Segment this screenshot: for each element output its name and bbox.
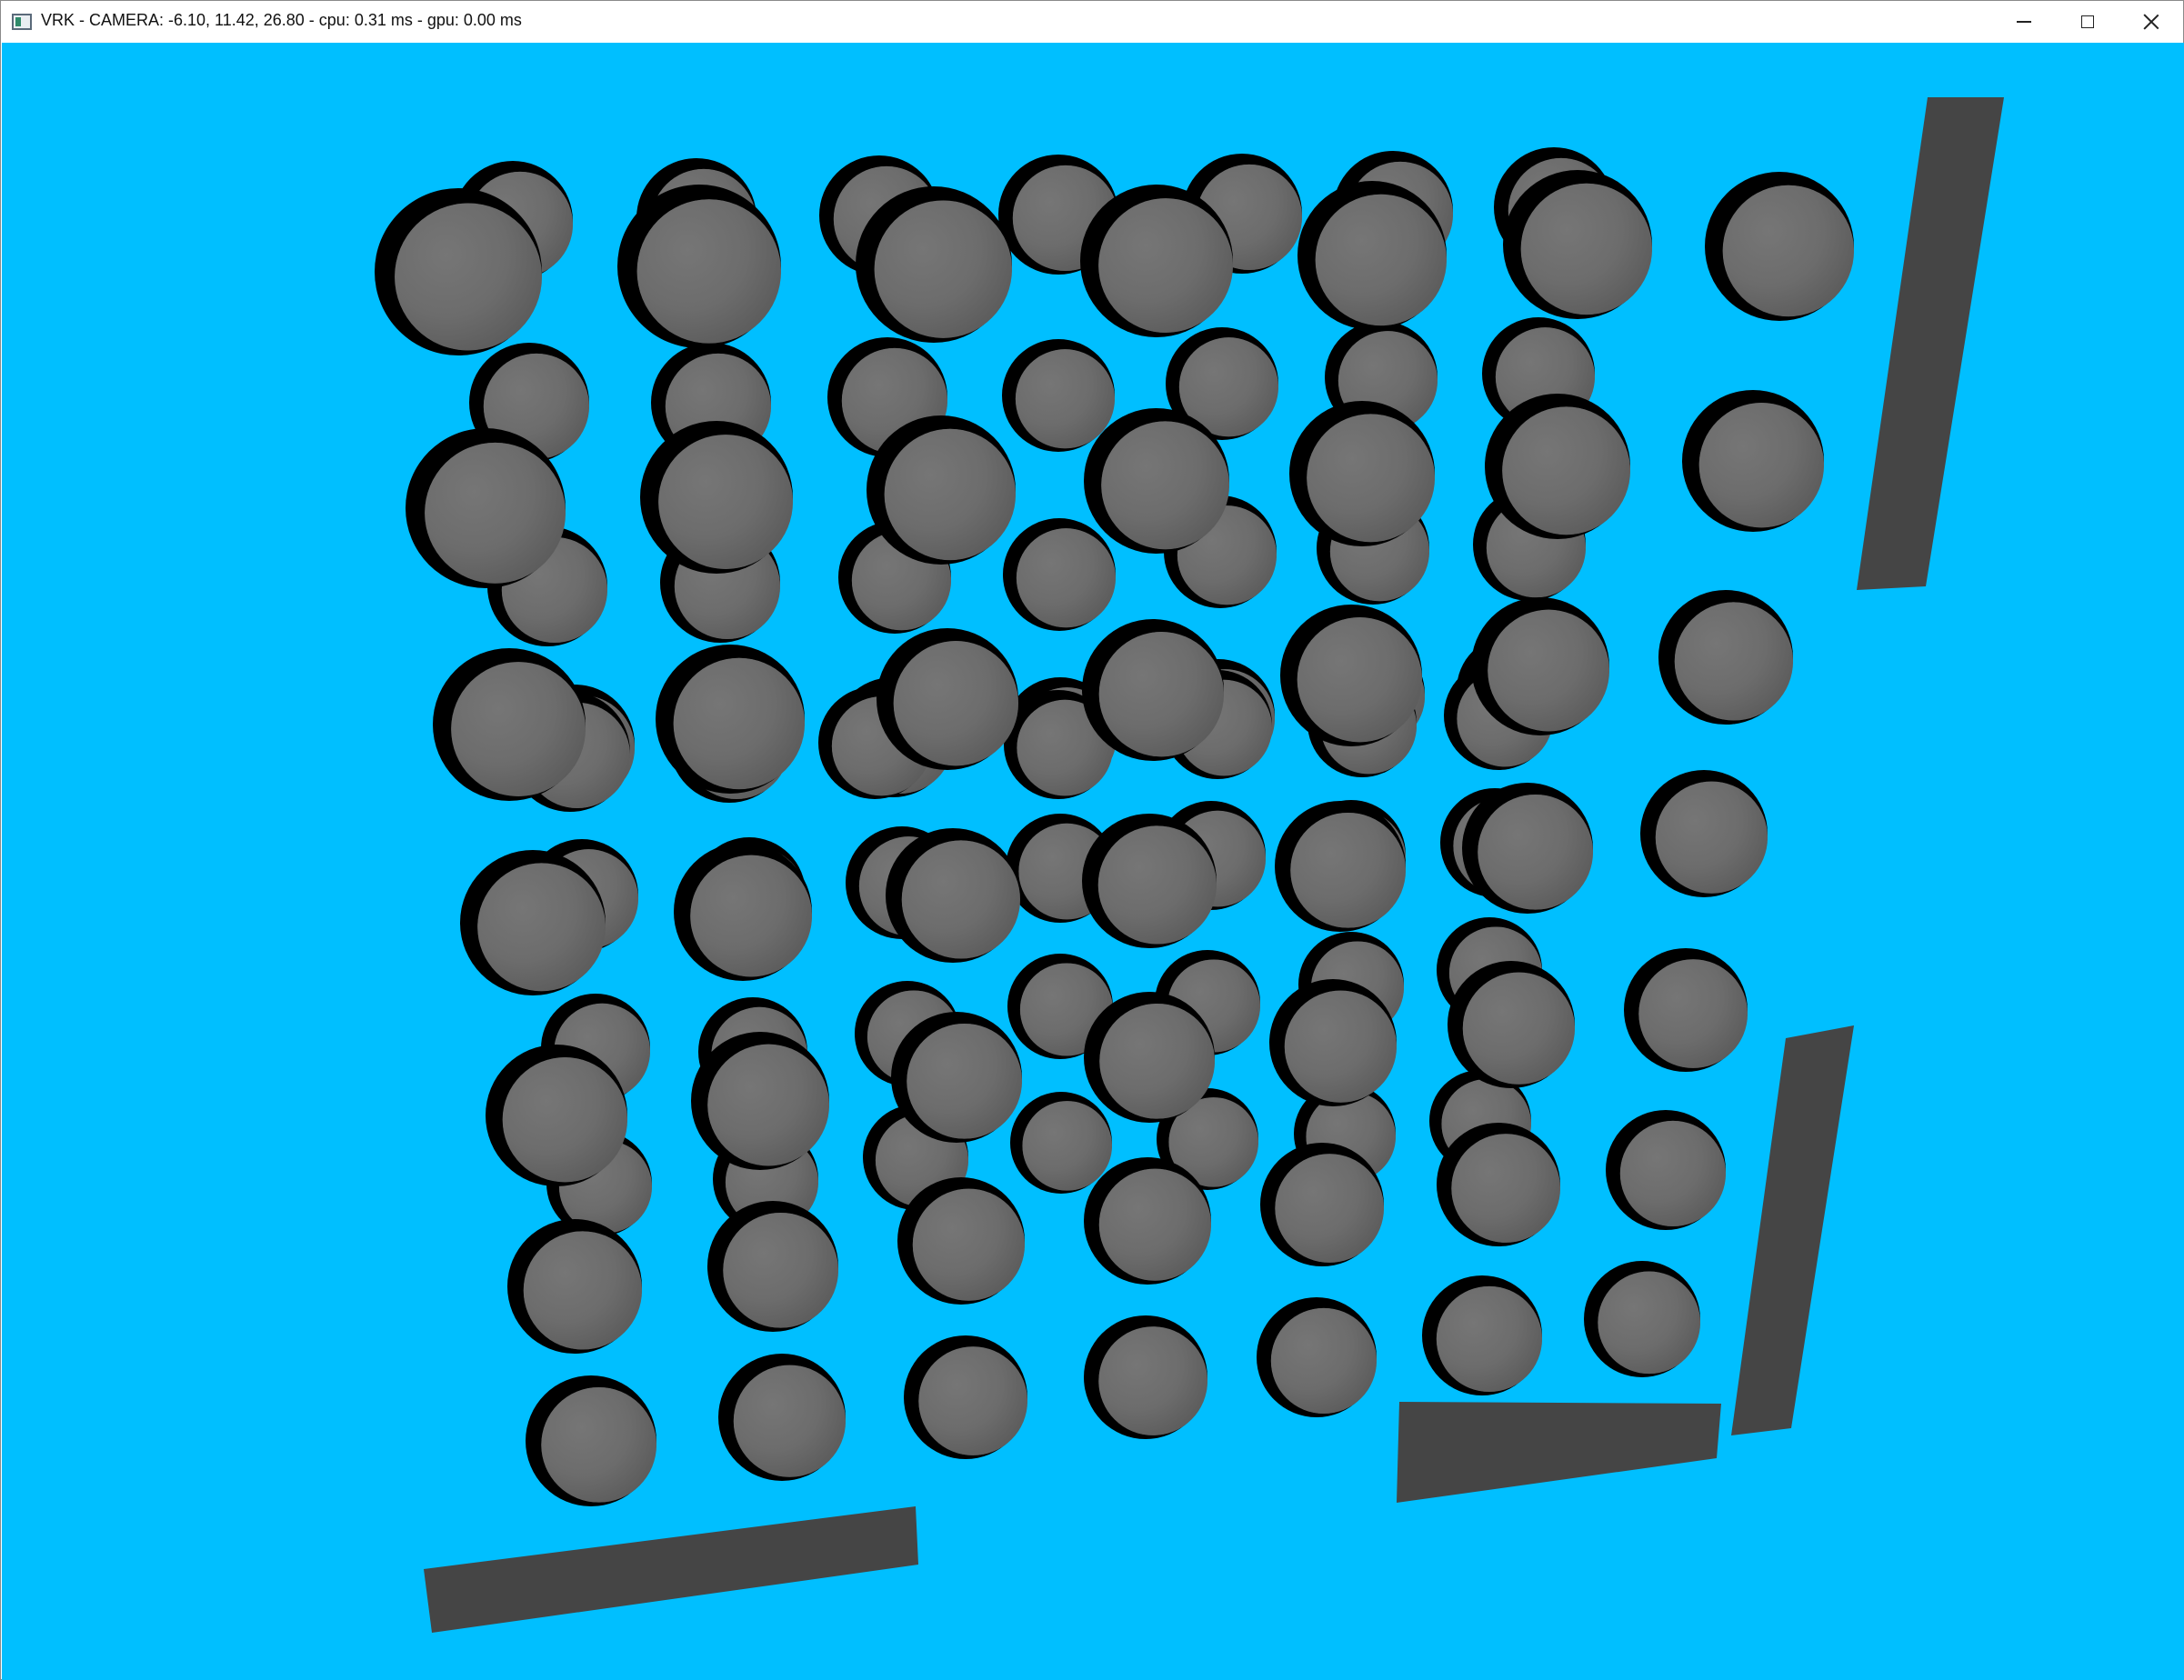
sphere [1640, 770, 1768, 897]
sphere [1584, 1261, 1701, 1377]
sphere [1606, 1110, 1727, 1230]
sphere [433, 648, 586, 801]
sphere [1422, 1275, 1543, 1395]
sphere [1082, 814, 1217, 948]
sphere [1084, 1157, 1211, 1285]
sphere [707, 1201, 838, 1332]
sphere [640, 421, 793, 574]
minimize-button[interactable] [1992, 1, 2056, 43]
paddle [1397, 1402, 1721, 1503]
sphere [1682, 390, 1824, 532]
sphere [897, 1177, 1025, 1305]
sphere [1705, 172, 1854, 321]
sphere [656, 645, 806, 794]
sphere [1437, 1123, 1561, 1246]
sphere [486, 1045, 627, 1186]
application-window: VRK - CAMERA: -6.10, 11.42, 26.80 - cpu:… [0, 0, 2184, 1680]
sphere [718, 1354, 847, 1481]
paddle [1857, 97, 2004, 590]
sphere [1448, 961, 1575, 1088]
sphere [1010, 1092, 1112, 1194]
sphere [1084, 992, 1215, 1123]
sphere [526, 1375, 656, 1506]
sphere [674, 843, 812, 981]
3d-scene [375, 97, 2004, 1633]
sphere [1485, 394, 1630, 539]
render-viewport[interactable] [2, 43, 2184, 1680]
sphere [691, 1032, 829, 1170]
sphere [1471, 597, 1609, 735]
sphere-group [375, 147, 1854, 1506]
app-window-icon [12, 14, 32, 30]
sphere [617, 185, 781, 348]
sphere [1462, 783, 1593, 914]
close-icon [2143, 14, 2159, 30]
sphere [460, 850, 606, 995]
sphere [1503, 170, 1652, 319]
paddle [424, 1506, 918, 1633]
sphere [1280, 605, 1422, 746]
minimize-icon [2017, 21, 2031, 23]
sphere [1082, 619, 1224, 761]
sphere [1289, 401, 1435, 546]
sphere [1257, 1297, 1378, 1417]
sphere [891, 1012, 1022, 1143]
sphere [1080, 185, 1233, 337]
window-title: VRK - CAMERA: -6.10, 11.42, 26.80 - cpu:… [41, 11, 522, 29]
maximize-icon [2081, 15, 2094, 28]
sphere [507, 1219, 642, 1354]
sphere [1002, 339, 1115, 452]
sphere [1084, 408, 1229, 554]
sphere [375, 188, 542, 355]
sphere [1658, 590, 1793, 725]
sphere [1003, 518, 1116, 631]
sphere [1624, 948, 1748, 1072]
sphere [867, 415, 1016, 565]
sphere [406, 428, 566, 588]
sphere [1260, 1143, 1385, 1266]
sphere [877, 628, 1018, 770]
maximize-button[interactable] [2056, 1, 2119, 43]
title-bar[interactable]: VRK - CAMERA: -6.10, 11.42, 26.80 - cpu:… [1, 1, 2183, 43]
sphere [886, 828, 1020, 963]
sphere [1084, 1315, 1208, 1439]
sphere [1297, 181, 1447, 330]
sphere [1275, 801, 1406, 932]
paddle [1731, 1025, 1854, 1435]
close-button[interactable] [2119, 1, 2183, 43]
sphere [904, 1335, 1027, 1459]
sphere [856, 186, 1012, 343]
sphere [1269, 979, 1397, 1106]
